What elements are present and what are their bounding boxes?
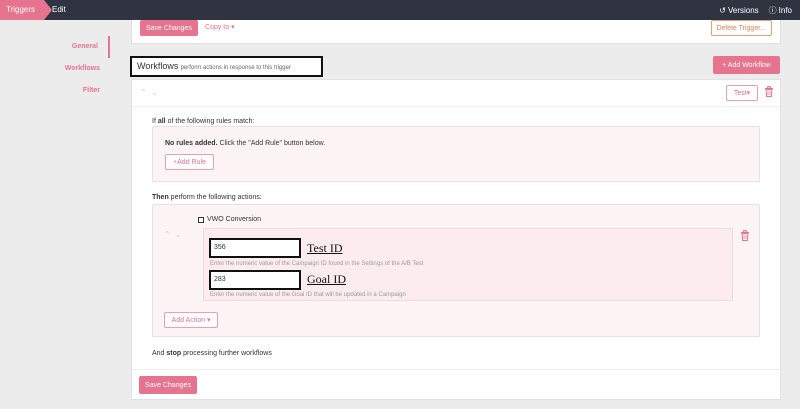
breadcrumb-edit: Edit bbox=[52, 5, 66, 14]
add-action-button[interactable]: Add Action ▾ bbox=[164, 312, 218, 328]
info-link[interactable]: ⓘ Info bbox=[769, 5, 792, 16]
stop-suffix: processing further workflows bbox=[181, 350, 272, 357]
actions-heading: Then perform the following actions: bbox=[152, 194, 262, 201]
chevron-down-icon[interactable]: ⌄ bbox=[175, 230, 182, 239]
rules-bold: all bbox=[157, 118, 166, 125]
test-dropdown-button[interactable]: Test▾ bbox=[726, 85, 758, 101]
rules-heading: If all of the following rules match: bbox=[152, 118, 254, 125]
action-header: VWO Conversion bbox=[198, 216, 261, 223]
test-label: Test bbox=[733, 90, 747, 97]
top-bar: Triggers Edit ↺ Versions ⓘ Info bbox=[0, 0, 800, 20]
save-changes-button-bottom[interactable]: Save Changes bbox=[139, 376, 197, 394]
save-changes-button-top[interactable]: Save Changes bbox=[140, 20, 198, 36]
test-id-input[interactable]: 356 bbox=[209, 238, 301, 258]
action-checkbox[interactable] bbox=[198, 216, 204, 223]
copy-to-dropdown[interactable]: Copy to ▾ bbox=[205, 23, 235, 31]
plus-icon: + bbox=[722, 61, 727, 69]
add-action-label: Add Action bbox=[171, 317, 205, 324]
caret-down-icon: ▾ bbox=[231, 24, 235, 31]
versions-link[interactable]: ↺ Versions bbox=[719, 6, 758, 15]
actions-box: VWO Conversion ⌃ ⌄ 356 Test ID Enter the… bbox=[152, 204, 760, 337]
add-workflow-label: Add Workflow bbox=[727, 61, 771, 69]
divider bbox=[132, 369, 780, 370]
info-icon: ⓘ bbox=[768, 5, 777, 15]
top-right-links: ↺ Versions ⓘ Info bbox=[719, 0, 792, 20]
breadcrumb-triggers[interactable]: Triggers bbox=[0, 0, 52, 20]
trigger-top-panel: Save Changes Copy to ▾ Delete Trigger... bbox=[131, 20, 781, 44]
sidebar-item-filter[interactable]: Filter bbox=[0, 80, 110, 102]
goal-id-label: Goal ID bbox=[307, 272, 346, 286]
action-name: VWO Conversion bbox=[207, 216, 262, 223]
add-rule-label: Add Rule bbox=[177, 158, 206, 166]
sidebar-item-workflows[interactable]: Workflows bbox=[0, 58, 110, 80]
versions-label: Versions bbox=[727, 5, 759, 15]
chevron-up-icon[interactable]: ⌃ bbox=[140, 88, 147, 97]
copy-to-label: Copy to bbox=[205, 24, 230, 31]
no-rules-bold: No rules added. bbox=[165, 140, 218, 147]
sidebar-nav: General Workflows Filter bbox=[0, 36, 110, 102]
action-reorder-controls: ⌃ ⌄ bbox=[164, 230, 181, 239]
info-label: Info bbox=[778, 5, 792, 15]
trash-icon[interactable] bbox=[740, 230, 750, 243]
workflow-panel: ⌃ ⌄ Test▾ If all of the following rules … bbox=[131, 79, 781, 400]
sidebar-item-general[interactable]: General bbox=[0, 36, 110, 58]
add-rule-button[interactable]: +Add Rule bbox=[165, 154, 214, 170]
workflows-title: Workflows bbox=[137, 61, 179, 71]
test-id-help: Enter the numeric value of the Campaign … bbox=[210, 261, 424, 267]
delete-trigger-button[interactable]: Delete Trigger... bbox=[710, 20, 772, 36]
stop-prefix: And bbox=[152, 350, 167, 357]
action-fields-box: 356 Test ID Enter the numeric value of t… bbox=[203, 228, 733, 301]
trash-icon[interactable] bbox=[764, 86, 774, 99]
goal-id-input[interactable]: 283 bbox=[209, 270, 301, 290]
actions-suffix: perform the following actions: bbox=[168, 194, 262, 201]
divider bbox=[132, 106, 780, 107]
stop-bold: stop bbox=[166, 350, 182, 357]
workflows-header: Workflows perform actions in response to… bbox=[130, 56, 323, 77]
chevron-down-icon[interactable]: ⌄ bbox=[151, 88, 158, 97]
test-id-label: Test ID bbox=[307, 241, 343, 255]
reorder-controls: ⌃ ⌄ bbox=[140, 88, 157, 97]
stop-processing-text: And stop processing further workflows bbox=[152, 350, 272, 357]
rules-box: No rules added. Click the "Add Rule" but… bbox=[152, 126, 760, 182]
no-rules-text: Click the "Add Rule" button below. bbox=[217, 140, 326, 147]
rules-suffix: of the following rules match: bbox=[165, 118, 255, 125]
add-workflow-button[interactable]: + Add Workflow bbox=[713, 56, 780, 74]
history-icon: ↺ bbox=[719, 5, 726, 15]
goal-id-help: Enter the numeric value of the Goal ID t… bbox=[210, 292, 406, 298]
actions-bold: Then bbox=[152, 194, 169, 201]
workflows-subtitle: perform actions in response to this trig… bbox=[180, 65, 291, 71]
chevron-up-icon[interactable]: ⌃ bbox=[164, 230, 171, 239]
no-rules-message: No rules added. Click the "Add Rule" but… bbox=[165, 140, 325, 147]
